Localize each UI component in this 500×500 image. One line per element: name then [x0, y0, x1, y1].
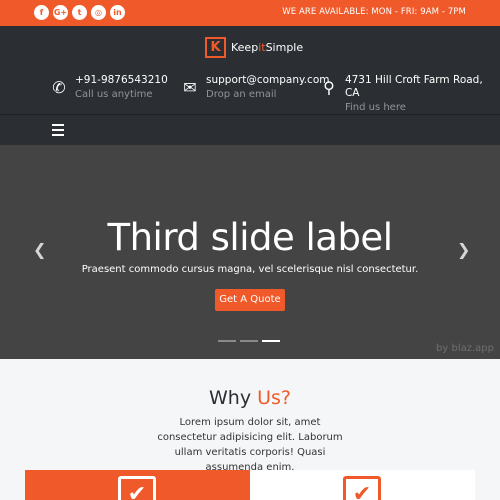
checkmark-icon: ✔ — [343, 476, 381, 500]
carousel-indicators — [218, 340, 280, 342]
twitter-icon[interactable]: t — [72, 5, 87, 20]
social-links: f G+ t ◎ in — [34, 5, 125, 20]
navbar — [0, 114, 500, 145]
feature-card: ✔ — [250, 470, 475, 500]
envelope-icon: ✉ — [183, 78, 197, 97]
contact-email: ✉ support@company.com Drop an email — [181, 74, 329, 102]
address-text: 4731 Hill Croft Farm Road, CA — [344, 74, 483, 99]
email-caption: Drop an email — [206, 89, 277, 100]
contact-phone: ✆ +91-9876543210 Call us anytime — [50, 74, 168, 102]
facebook-icon[interactable]: f — [34, 5, 49, 20]
slide-subtitle: Praesent commodo cursus magna, vel scele… — [81, 264, 419, 275]
linkedin-icon[interactable]: in — [110, 5, 125, 20]
availability-text: WE ARE AVAILABLE: MON - FRI: 9AM - 7PM — [282, 7, 466, 17]
site-header: K KeepitSimple ✆ +91-9876543210 Call us … — [0, 26, 500, 114]
logo[interactable]: K KeepitSimple — [205, 37, 303, 58]
contact-address: ⚲ 4731 Hill Croft Farm Road, CA Find us … — [320, 74, 500, 115]
section-description: Lorem ipsum dolor sit, amet consectetur … — [157, 417, 343, 473]
hamburger-menu-icon[interactable] — [52, 124, 64, 136]
carousel-next-icon[interactable]: ❯ — [457, 240, 470, 259]
checkmark-icon: ✔ — [118, 476, 156, 500]
address-caption: Find us here — [344, 102, 406, 113]
phone-number[interactable]: +91-9876543210 — [75, 74, 168, 87]
why-us-section: Why Us? Lorem ipsum dolor sit, amet cons… — [0, 359, 500, 500]
google-plus-icon[interactable]: G+ — [53, 5, 68, 20]
get-quote-button[interactable]: Get A Quote — [215, 289, 285, 311]
watermark: by blaz.app — [436, 343, 494, 354]
logo-text: KeepitSimple — [231, 41, 304, 54]
section-title: Why Us? — [208, 387, 291, 409]
top-bar: f G+ t ◎ in WE ARE AVAILABLE: MON - FRI:… — [0, 0, 500, 26]
feature-card: ✔ — [25, 470, 250, 500]
email-address[interactable]: support@company.com — [206, 74, 329, 87]
instagram-icon[interactable]: ◎ — [91, 5, 106, 20]
carousel-indicator-2[interactable] — [240, 340, 258, 342]
logo-mark: K — [205, 37, 226, 58]
carousel-indicator-3[interactable] — [262, 340, 280, 342]
carousel-indicator-1[interactable] — [218, 340, 236, 342]
slide-title: Third slide label — [107, 216, 393, 259]
phone-icon: ✆ — [52, 78, 66, 97]
location-pin-icon: ⚲ — [323, 78, 335, 97]
hero-carousel: ❮ Third slide label Praesent commodo cur… — [0, 145, 500, 359]
phone-caption: Call us anytime — [75, 89, 153, 100]
